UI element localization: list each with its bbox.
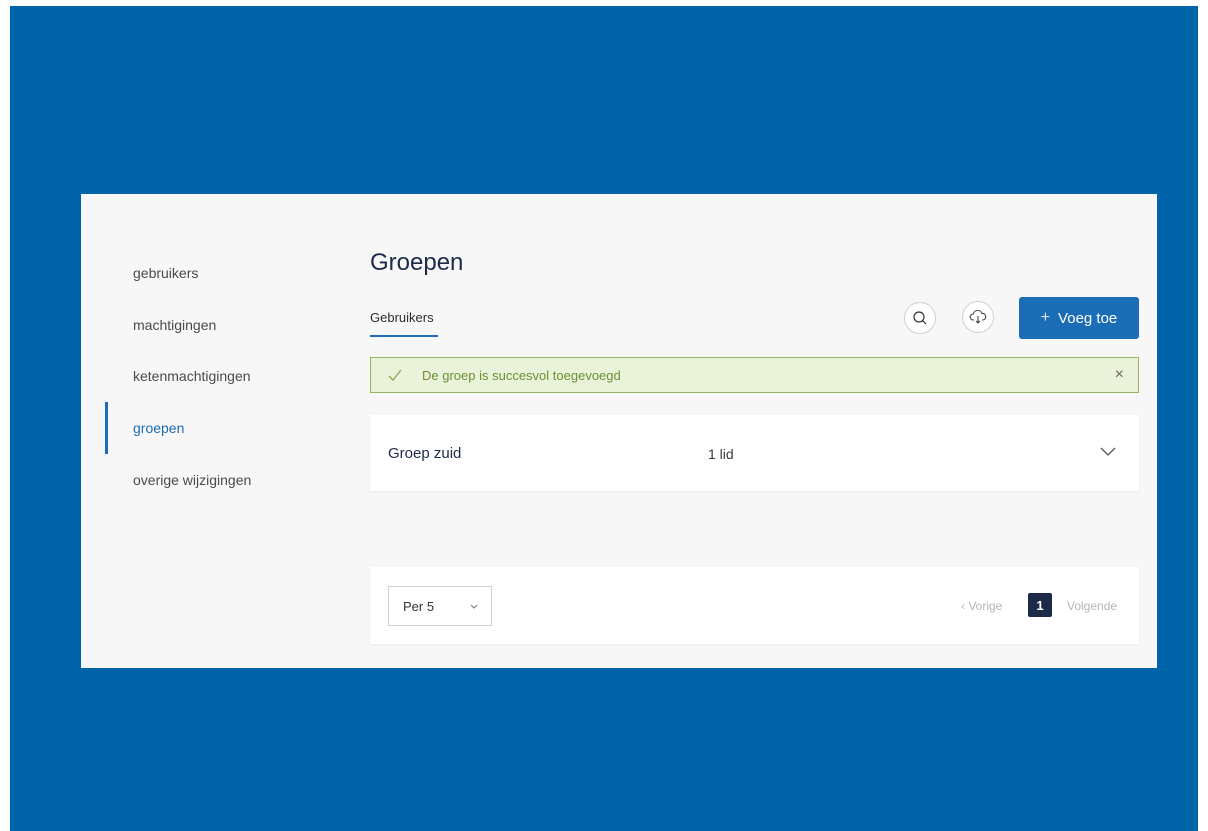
add-button[interactable]: + Voeg toe bbox=[1019, 297, 1139, 339]
sidebar: gebruikers machtigingen ketenmachtiginge… bbox=[81, 194, 341, 668]
page-title: Groepen bbox=[370, 249, 464, 276]
close-icon[interactable]: × bbox=[1115, 366, 1124, 384]
sidebar-item-groepen[interactable]: groepen bbox=[133, 420, 184, 436]
per-page-select[interactable]: Per 5 bbox=[388, 586, 492, 626]
chevron-down-icon bbox=[470, 604, 478, 609]
pagination-bar: Per 5 ‹ Vorige 1 Volgende bbox=[370, 567, 1139, 644]
plus-icon: + bbox=[1040, 309, 1051, 326]
cloud-download-icon bbox=[969, 309, 987, 324]
success-alert: De groep is succesvol toegevoegd × bbox=[370, 357, 1139, 393]
group-name: Groep zuid bbox=[388, 445, 462, 462]
sidebar-active-indicator bbox=[105, 402, 108, 454]
prev-page-link[interactable]: ‹ Vorige bbox=[961, 599, 1002, 613]
search-button[interactable] bbox=[904, 302, 936, 334]
sidebar-item-machtigingen[interactable]: machtigingen bbox=[133, 317, 216, 333]
per-page-value: Per 5 bbox=[403, 599, 435, 614]
sidebar-item-ketenmachtigingen[interactable]: ketenmachtigingen bbox=[133, 368, 251, 384]
chevron-down-icon[interactable] bbox=[1099, 443, 1117, 461]
add-button-label: Voeg toe bbox=[1058, 309, 1118, 327]
check-icon bbox=[388, 369, 402, 381]
group-member-count: 1 lid bbox=[708, 446, 734, 462]
tab-gebruikers[interactable]: Gebruikers bbox=[370, 310, 434, 325]
current-page[interactable]: 1 bbox=[1028, 593, 1052, 617]
sidebar-item-gebruikers[interactable]: gebruikers bbox=[133, 265, 198, 281]
group-row[interactable]: Groep zuid 1 lid bbox=[370, 415, 1139, 491]
sidebar-item-overige-wijzigingen[interactable]: overige wijzigingen bbox=[133, 472, 251, 488]
main-panel: gebruikers machtigingen ketenmachtiginge… bbox=[81, 194, 1157, 668]
background-frame: gebruikers machtigingen ketenmachtiginge… bbox=[10, 6, 1198, 831]
next-page-link[interactable]: Volgende bbox=[1067, 599, 1117, 613]
download-button[interactable] bbox=[962, 301, 994, 333]
search-icon bbox=[913, 311, 927, 325]
alert-message: De groep is succesvol toegevoegd bbox=[422, 367, 621, 383]
tab-active-underline bbox=[370, 335, 438, 337]
